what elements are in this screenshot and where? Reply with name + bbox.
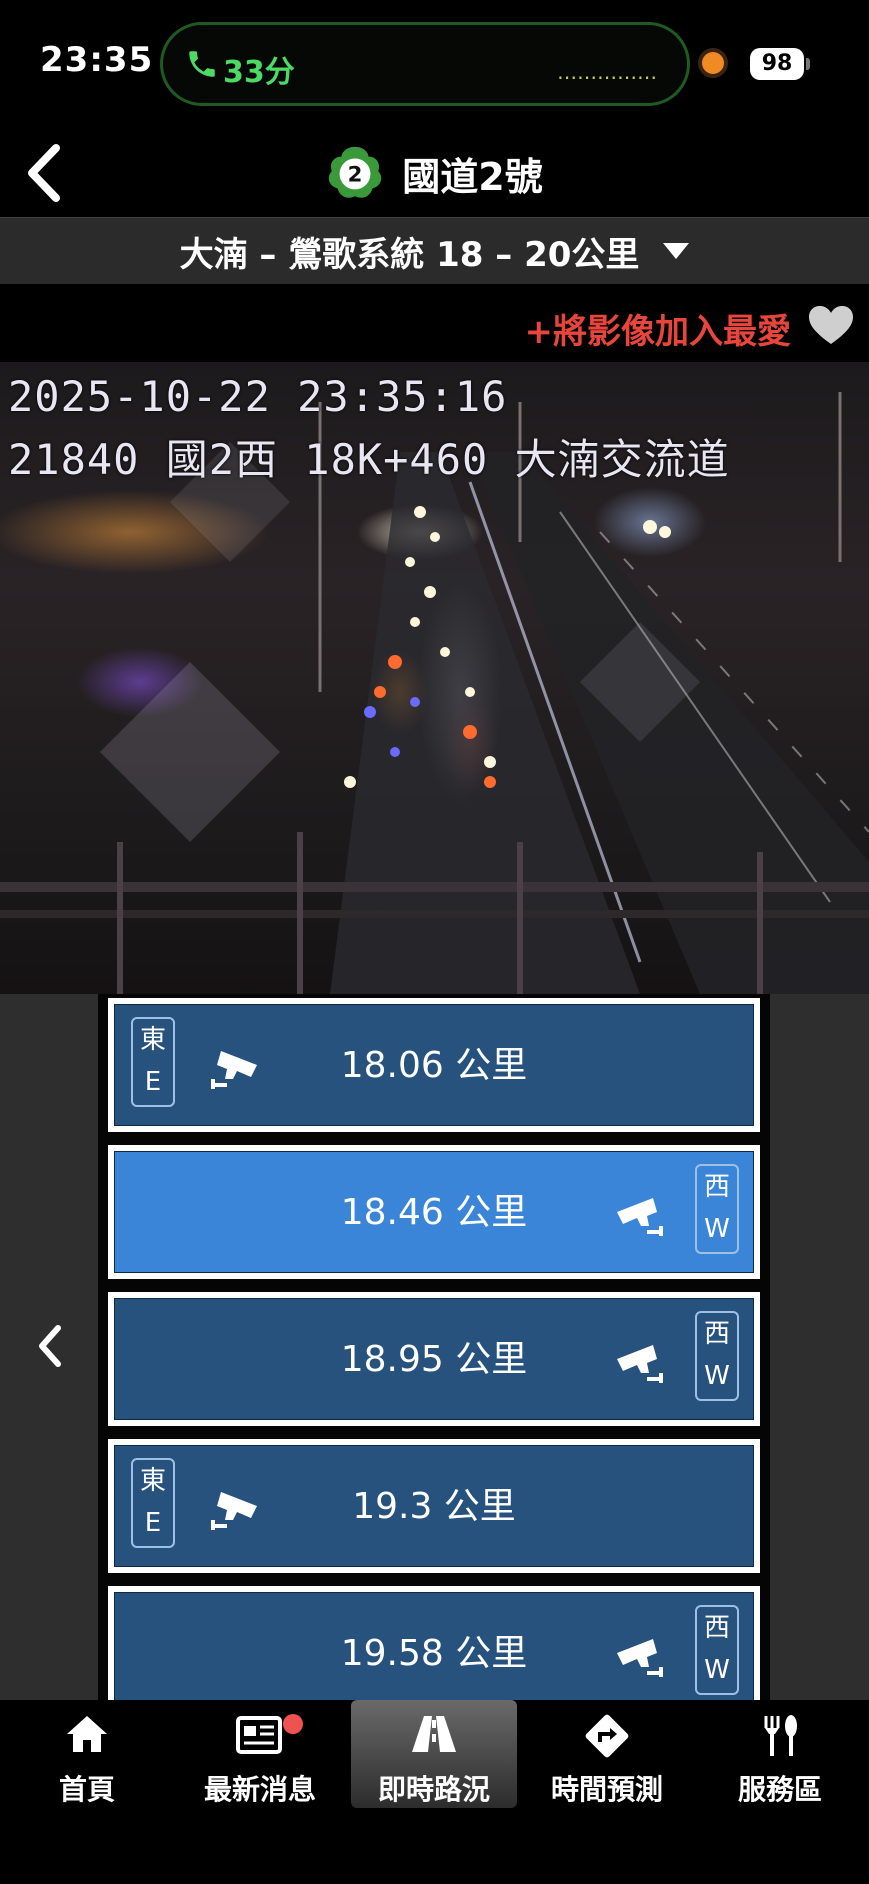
- camera-list-item-body: 西 W 19.58 公里: [114, 1592, 754, 1700]
- battery-tip: [806, 58, 810, 70]
- tab-news[interactable]: 最新消息: [177, 1700, 343, 1808]
- tab-traffic[interactable]: 即時路況: [351, 1700, 517, 1808]
- camera-km-label: 19.58 公里: [340, 1633, 528, 1674]
- title-bar: 2 國道2號: [0, 130, 869, 216]
- tab-home[interactable]: 首頁: [4, 1700, 170, 1808]
- status-bar: 23:35 33分 ⋯⋯⋯⋯⋯ 98: [0, 0, 869, 130]
- camera-km-label: 18.46 公里: [340, 1192, 528, 1233]
- camera-list-item-body: 東 E 18.06 公里: [114, 1004, 754, 1126]
- phone-icon: [189, 51, 215, 77]
- camera-list-area[interactable]: 東 E 18.06 公里西 W 18.46 公里西 W 18.95 公里東 E 19.3 公里西…: [0, 994, 869, 1700]
- call-duration: 33分: [223, 55, 295, 90]
- news-badge-dot: [283, 1714, 303, 1734]
- page-title: 國道2號: [402, 154, 543, 199]
- route-sign-icon: [585, 1714, 629, 1758]
- camera-list-item-body: 西 W 18.46 公里: [114, 1151, 754, 1273]
- segment-label: 大湳 – 鶯歌系統 18 – 20公里: [179, 234, 640, 275]
- tab-time-prediction[interactable]: 時間預測: [524, 1700, 690, 1808]
- title-group: 2 國道2號: [0, 130, 869, 216]
- camera-list-item-body: 西 W 18.95 公里: [114, 1298, 754, 1420]
- camera-list: 東 E 18.06 公里西 W 18.46 公里西 W 18.95 公里東 E 19.3 公里西…: [98, 994, 770, 1700]
- fork-knife-icon: [764, 1715, 797, 1756]
- battery-level: 98: [750, 48, 804, 80]
- news-icon: [236, 1716, 282, 1754]
- tab-service-area[interactable]: 服務區: [697, 1700, 863, 1808]
- camera-km-label: 18.95 公里: [340, 1339, 528, 1380]
- favorite-row: +將影像加入最愛: [0, 284, 869, 360]
- tab-label: 首頁: [58, 1773, 115, 1806]
- camera-km-label: 18.06 公里: [340, 1045, 528, 1086]
- route-number: 2: [348, 163, 363, 188]
- camera-list-item[interactable]: 東 E 19.3 公里: [108, 1439, 760, 1573]
- audio-waveform-icon: ⋯⋯⋯⋯⋯: [557, 65, 657, 89]
- camera-km-label: 19.3 公里: [352, 1486, 516, 1527]
- camera-list-item[interactable]: 東 E 18.06 公里: [108, 998, 760, 1132]
- heart-icon[interactable]: [807, 304, 855, 346]
- call-indicator-pill[interactable]: 33分 ⋯⋯⋯⋯⋯: [160, 22, 690, 106]
- national-highway-route-icon: 2: [329, 146, 382, 198]
- bottom-tab-bar: 首頁 最新消息 即時路況 時間預測 服務區: [0, 1700, 869, 1884]
- home-icon: [67, 1716, 107, 1752]
- recording-indicator-icon: [702, 52, 724, 74]
- caret-down-icon: [663, 243, 690, 259]
- back-chevron-icon[interactable]: [16, 138, 76, 208]
- camera-location-caption: 21840 國2西 18K+460 大湳交流道: [8, 435, 730, 484]
- camera-list-item[interactable]: 西 W 19.58 公里: [108, 1586, 760, 1700]
- camera-list-item[interactable]: 西 W 18.46 公里: [108, 1145, 760, 1279]
- tab-label: 服務區: [737, 1773, 822, 1806]
- camera-list-item[interactable]: 西 W 18.95 公里: [108, 1292, 760, 1426]
- road-icon: [412, 1716, 456, 1752]
- status-time: 23:35: [40, 40, 154, 80]
- tab-label: 即時路況: [377, 1773, 490, 1806]
- add-to-favorites-link[interactable]: +將影像加入最愛: [525, 304, 792, 353]
- camera-list-item-body: 東 E 19.3 公里: [114, 1445, 754, 1567]
- tab-label: 時間預測: [550, 1773, 663, 1806]
- camera-timestamp: 2025-10-22 23:35:16: [8, 372, 508, 421]
- tab-label: 最新消息: [203, 1773, 316, 1806]
- previous-segment-chevron-icon[interactable]: [30, 1316, 70, 1376]
- segment-dropdown[interactable]: 大湳 – 鶯歌系統 18 – 20公里: [0, 217, 869, 285]
- camera-feed-image[interactable]: 2025-10-22 23:35:16 21840 國2西 18K+460 大湳…: [0, 362, 869, 994]
